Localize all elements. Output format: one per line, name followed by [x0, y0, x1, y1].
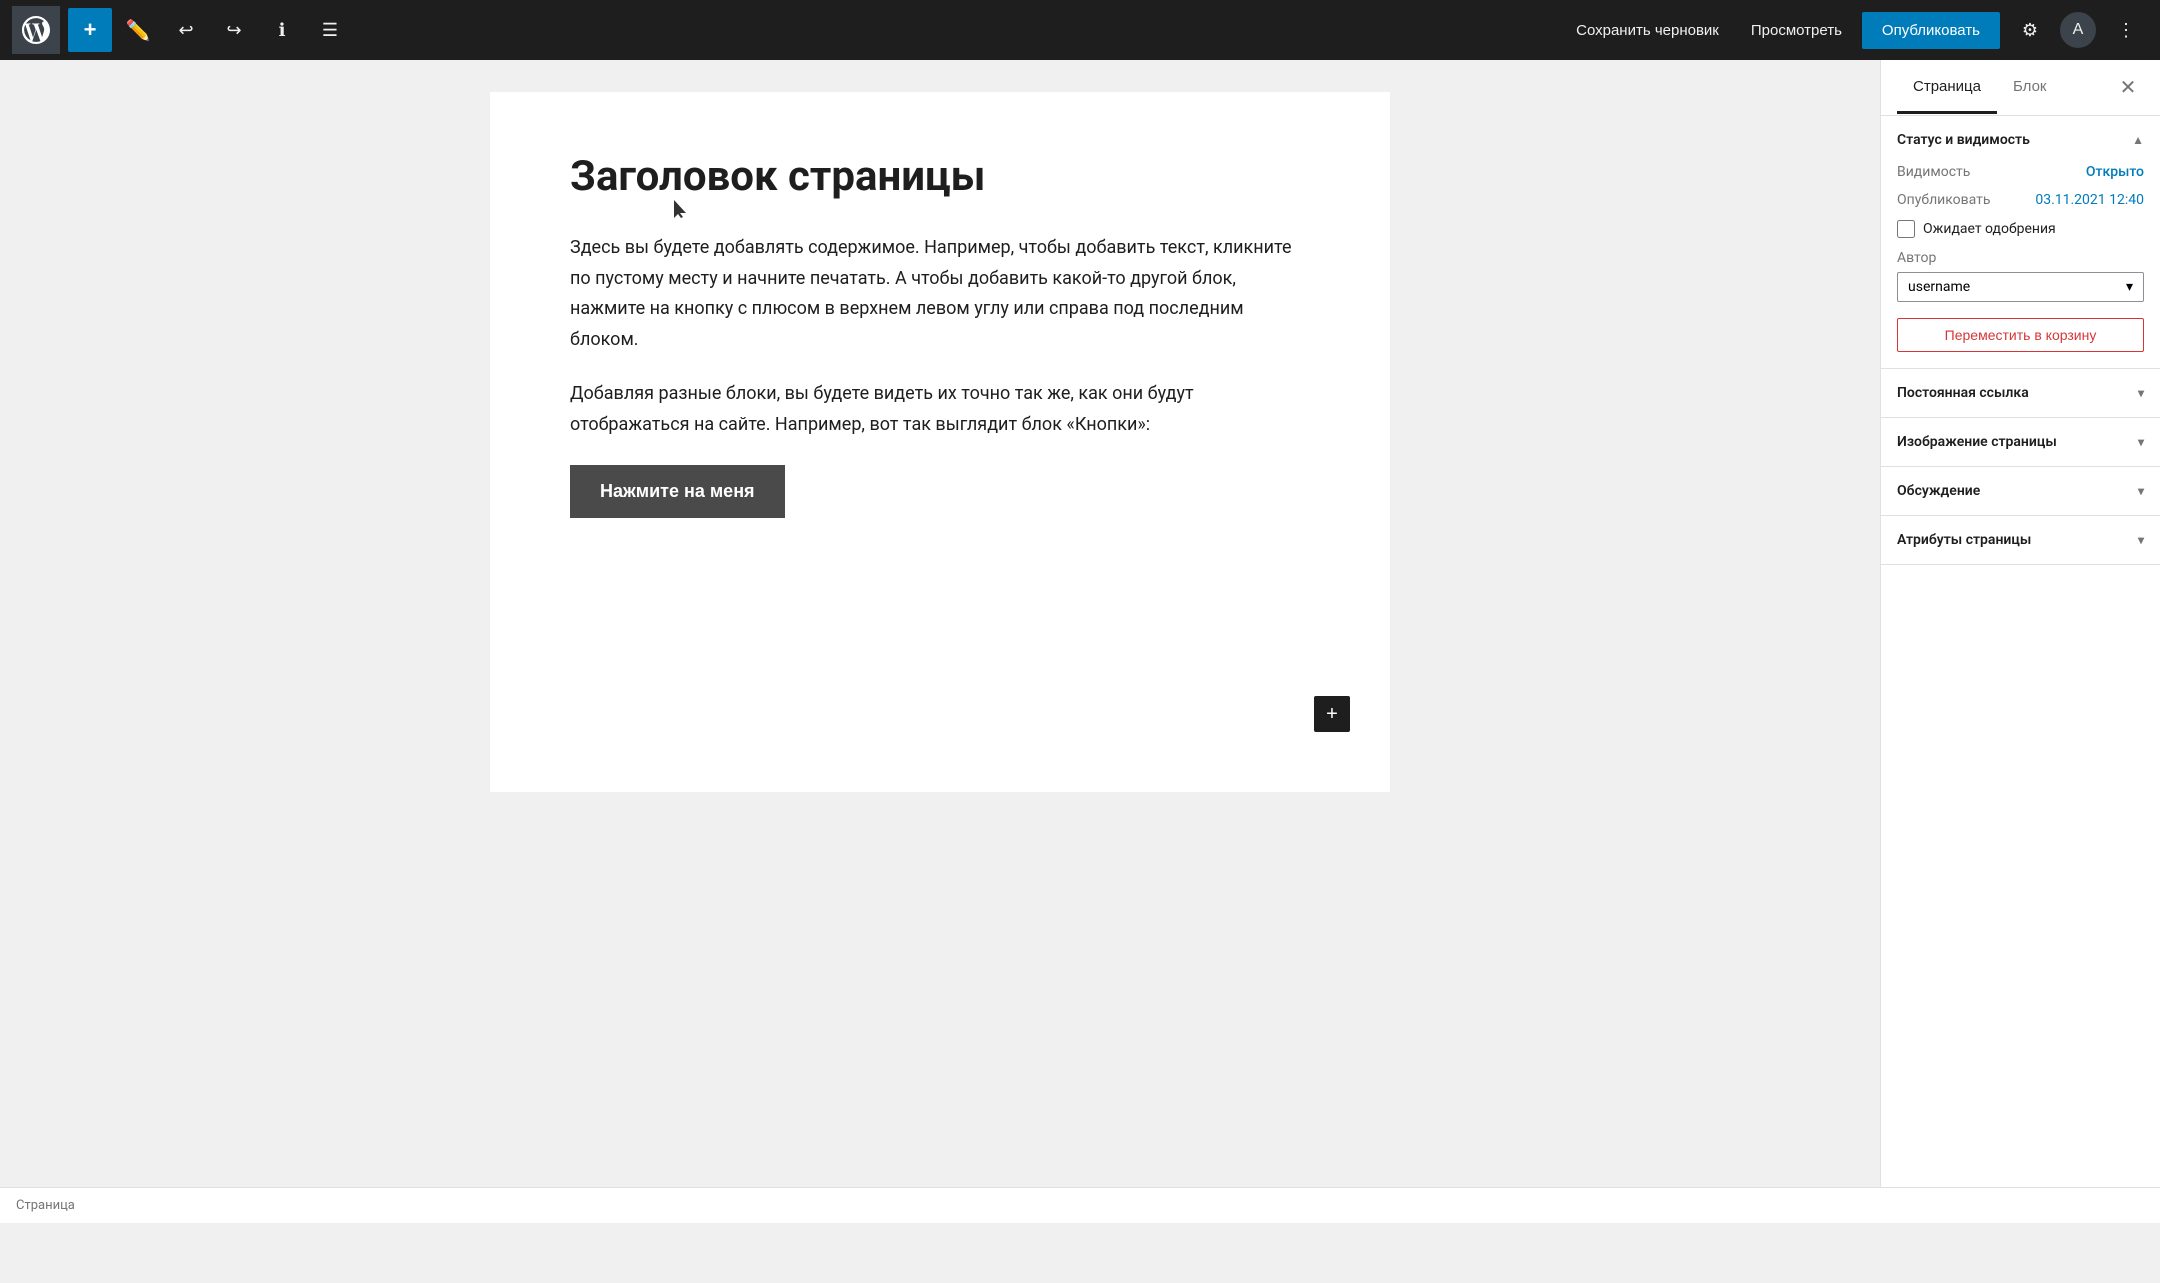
pending-checkbox[interactable] — [1897, 220, 1915, 238]
author-select[interactable]: username ▾ — [1897, 272, 2144, 302]
discussion-section-title: Обсуждение — [1897, 483, 1980, 499]
paragraph-1[interactable]: Здесь вы будете добавлять содержимое. На… — [570, 233, 1310, 355]
featured-image-section-header[interactable]: Изображение страницы ▾ — [1881, 418, 2160, 466]
list-view-button[interactable]: ☰ — [308, 8, 352, 52]
visibility-label: Видимость — [1897, 164, 1970, 180]
status-section-title: Статус и видимость — [1897, 132, 2030, 148]
undo-button[interactable]: ↩ — [164, 8, 208, 52]
add-block-inline-button[interactable]: + — [1314, 696, 1350, 732]
settings-button[interactable]: ⚙ — [2008, 8, 2052, 52]
sidebar-tabs: Страница Блок — [1897, 62, 2063, 114]
user-avatar-button[interactable]: A — [2060, 12, 2096, 48]
sidebar-section-discussion: Обсуждение ▾ — [1881, 467, 2160, 516]
more-options-button[interactable]: ⋮ — [2104, 8, 2148, 52]
sidebar-section-status: Статус и видимость ▲ Видимость Открыто О… — [1881, 116, 2160, 369]
tools-button[interactable]: ✏️ — [116, 8, 160, 52]
redo-button[interactable]: ↪ — [212, 8, 256, 52]
editor-area: Заголовок страницы Здесь вы будете добав… — [0, 60, 1880, 1223]
pending-row: Ожидает одобрения — [1897, 220, 2144, 238]
status-chevron-icon: ▲ — [2132, 133, 2144, 147]
visibility-row: Видимость Открыто — [1897, 164, 2144, 180]
page-attributes-section-title: Атрибуты страницы — [1897, 532, 2031, 548]
toolbar-right: Сохранить черновик Просмотреть Опубликов… — [1564, 8, 2148, 52]
move-to-trash-button[interactable]: Переместить в корзину — [1897, 318, 2144, 352]
sidebar-section-permalink: Постоянная ссылка ▾ — [1881, 369, 2160, 418]
visibility-value[interactable]: Открыто — [2086, 164, 2144, 180]
breadcrumb: Страница — [16, 1198, 75, 1213]
permalink-section-header[interactable]: Постоянная ссылка ▾ — [1881, 369, 2160, 417]
discussion-chevron-icon: ▾ — [2138, 484, 2144, 498]
status-section-content: Видимость Открыто Опубликовать 03.11.202… — [1881, 164, 2160, 368]
demo-button-block[interactable]: Нажмите на меня — [570, 465, 785, 518]
save-draft-button[interactable]: Сохранить черновик — [1564, 14, 1731, 47]
page-content: Здесь вы будете добавлять содержимое. На… — [570, 233, 1310, 441]
author-label: Автор — [1897, 250, 2144, 266]
publish-label: Опубликовать — [1897, 192, 1991, 208]
add-block-button[interactable]: + — [68, 8, 112, 52]
wp-logo[interactable] — [12, 6, 60, 54]
status-section-header[interactable]: Статус и видимость ▲ — [1881, 116, 2160, 164]
sidebar: Страница Блок ✕ Статус и видимость ▲ Вид… — [1880, 60, 2160, 1223]
sidebar-header: Страница Блок ✕ — [1881, 60, 2160, 116]
sidebar-section-page-attributes: Атрибуты страницы ▾ — [1881, 516, 2160, 565]
pending-label: Ожидает одобрения — [1923, 221, 2056, 237]
status-bar: Страница — [0, 1187, 2160, 1223]
publish-button[interactable]: Опубликовать — [1862, 12, 2000, 49]
tab-page[interactable]: Страница — [1897, 62, 1997, 114]
featured-image-section-title: Изображение страницы — [1897, 434, 2057, 450]
publish-value[interactable]: 03.11.2021 12:40 — [2035, 192, 2144, 208]
page-attributes-section-header[interactable]: Атрибуты страницы ▾ — [1881, 516, 2160, 564]
toolbar: + ✏️ ↩ ↪ ℹ ☰ Сохранить черновик Просмотр… — [0, 0, 2160, 60]
featured-image-chevron-icon: ▾ — [2138, 435, 2144, 449]
permalink-section-title: Постоянная ссылка — [1897, 385, 2029, 401]
author-value: username — [1908, 279, 1970, 295]
preview-button[interactable]: Просмотреть — [1739, 14, 1854, 47]
sidebar-section-featured-image: Изображение страницы ▾ — [1881, 418, 2160, 467]
paragraph-2[interactable]: Добавляя разные блоки, вы будете видеть … — [570, 379, 1310, 440]
permalink-chevron-icon: ▾ — [2138, 386, 2144, 400]
publish-row: Опубликовать 03.11.2021 12:40 — [1897, 192, 2144, 208]
author-chevron-icon: ▾ — [2126, 279, 2133, 295]
tab-block[interactable]: Блок — [1997, 62, 2063, 114]
info-button[interactable]: ℹ — [260, 8, 304, 52]
app-layout: Заголовок страницы Здесь вы будете добав… — [0, 60, 2160, 1223]
editor-canvas: Заголовок страницы Здесь вы будете добав… — [490, 92, 1390, 792]
discussion-section-header[interactable]: Обсуждение ▾ — [1881, 467, 2160, 515]
page-attributes-chevron-icon: ▾ — [2138, 533, 2144, 547]
sidebar-close-button[interactable]: ✕ — [2112, 72, 2144, 104]
author-row: Автор username ▾ — [1897, 250, 2144, 302]
cursor-indicator — [674, 200, 686, 218]
page-title[interactable]: Заголовок страницы — [570, 152, 1310, 201]
